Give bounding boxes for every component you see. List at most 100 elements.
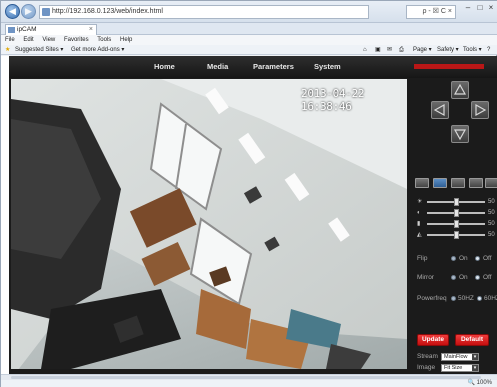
arrow-left-icon bbox=[433, 103, 445, 117]
feeds-icon[interactable]: ▣ bbox=[375, 45, 381, 55]
nav-home[interactable]: Home bbox=[154, 56, 175, 78]
forward-icon[interactable]: ▶ bbox=[21, 4, 36, 19]
powerfreq-50hz-radio[interactable] bbox=[451, 296, 456, 301]
default-button[interactable]: Default bbox=[455, 334, 489, 346]
sharpness-slider[interactable]: ◭ 50 bbox=[417, 231, 497, 239]
favorites-star-icon[interactable]: ★ bbox=[5, 45, 10, 55]
mirror-off-radio[interactable] bbox=[475, 275, 480, 280]
menu-tools[interactable]: Tools bbox=[97, 37, 111, 43]
powerfreq-label: Powerfreq bbox=[417, 295, 447, 302]
flip-on-radio[interactable] bbox=[451, 256, 456, 261]
ptz-right-button[interactable] bbox=[471, 101, 489, 119]
minimize-icon[interactable]: – bbox=[463, 3, 473, 13]
sharpness-icon: ◭ bbox=[417, 232, 422, 238]
image-label: Image bbox=[417, 364, 436, 371]
menu-favorites[interactable]: Favorites bbox=[64, 37, 89, 43]
video-feed[interactable]: 2013-04-22 16:38:46 bbox=[11, 79, 407, 369]
slider-thumb[interactable] bbox=[453, 231, 459, 239]
menu-help[interactable]: Help bbox=[120, 37, 132, 43]
zoom-level[interactable]: 🔍 100% bbox=[467, 377, 492, 387]
talk-icon[interactable] bbox=[485, 178, 497, 188]
address-controls[interactable]: ρ - ☒ C × bbox=[406, 5, 456, 19]
update-button[interactable]: Update bbox=[417, 334, 449, 346]
suggested-sites-link[interactable]: Suggested Sites ▾ bbox=[15, 45, 63, 55]
flip-label: Flip bbox=[417, 255, 428, 262]
flip-off-label: Off bbox=[483, 255, 492, 262]
mirror-on-radio[interactable] bbox=[451, 275, 456, 280]
tools-menu[interactable]: Tools ▾ bbox=[463, 45, 482, 55]
contrast-icon: ◐ bbox=[417, 210, 421, 216]
arrow-right-icon bbox=[475, 103, 487, 117]
record-icon[interactable] bbox=[415, 178, 429, 188]
nav-media[interactable]: Media bbox=[207, 56, 228, 78]
mirror-off-label: Off bbox=[483, 274, 492, 281]
close-window-icon[interactable]: × bbox=[486, 3, 496, 13]
brightness-slider[interactable]: ☀ 50 bbox=[417, 198, 497, 206]
stream-select[interactable]: MainFlow ▾ bbox=[441, 353, 479, 361]
zoom-value: 100% bbox=[476, 380, 492, 386]
image-select[interactable]: Fit Size ▾ bbox=[441, 364, 479, 372]
ptz-left-button[interactable] bbox=[431, 101, 449, 119]
chevron-down-icon: ▾ bbox=[472, 354, 478, 360]
address-text: http://192.168.0.123/web/index.html bbox=[52, 8, 163, 15]
tab-strip: ipCAM × bbox=[1, 23, 497, 35]
status-bar: 🔍 100% bbox=[1, 374, 497, 387]
back-icon[interactable]: ◀ bbox=[5, 4, 20, 19]
video-frame-image bbox=[11, 79, 407, 369]
arrow-down-icon bbox=[453, 129, 467, 141]
scrollbar-thumb[interactable] bbox=[11, 376, 481, 379]
powerfreq-60hz-label: 60HZ bbox=[484, 295, 497, 302]
web-content: Home Media Parameters System 2013-04-22 … bbox=[1, 56, 497, 374]
snapshot-icon[interactable] bbox=[433, 178, 447, 188]
print-icon[interactable]: ⎙ bbox=[399, 45, 404, 55]
zoom-icon: 🔍 bbox=[467, 380, 475, 386]
fullscreen-icon[interactable] bbox=[451, 178, 465, 188]
saturation-slider[interactable]: ▮ 50 bbox=[417, 220, 497, 228]
powerfreq-50hz-label: 50HZ bbox=[458, 295, 474, 302]
page-favicon-icon bbox=[42, 8, 50, 16]
contrast-value: 50 bbox=[488, 210, 495, 216]
favorites-bar: ★ Suggested Sites ▾ Get more Add-ons ▾ ⌂… bbox=[1, 45, 497, 55]
audio-icon[interactable] bbox=[469, 178, 483, 188]
tab-label: ipCAM bbox=[17, 26, 37, 33]
menu-view[interactable]: View bbox=[42, 37, 55, 43]
mail-icon[interactable]: ✉ bbox=[387, 45, 392, 55]
nav-parameters[interactable]: Parameters bbox=[253, 56, 294, 78]
slider-thumb[interactable] bbox=[453, 198, 459, 206]
page-menu[interactable]: Page ▾ bbox=[413, 45, 432, 55]
ptz-down-button[interactable] bbox=[451, 125, 469, 143]
brightness-icon: ☀ bbox=[417, 199, 423, 205]
help-icon[interactable]: ? bbox=[487, 45, 490, 55]
menu-file[interactable]: File bbox=[5, 37, 15, 43]
powerfreq-60hz-radio[interactable] bbox=[477, 296, 482, 301]
tab-ipcam[interactable]: ipCAM × bbox=[5, 24, 97, 35]
control-panel: ☀ 50 ◐ 50 ▮ 50 ◭ 50 Flip On Off Mirror O… bbox=[407, 79, 497, 374]
contrast-slider[interactable]: ◐ 50 bbox=[417, 209, 497, 217]
sharpness-value: 50 bbox=[488, 232, 495, 238]
top-navigation: Home Media Parameters System bbox=[9, 56, 497, 78]
saturation-icon: ▮ bbox=[417, 221, 421, 227]
addons-link[interactable]: Get more Add-ons ▾ bbox=[71, 45, 124, 55]
red-logo-icon bbox=[414, 64, 484, 69]
stream-select-value: MainFlow bbox=[444, 354, 468, 360]
arrow-up-icon bbox=[453, 83, 467, 95]
safety-menu[interactable]: Safety ▾ bbox=[437, 45, 459, 55]
camera-page: Home Media Parameters System 2013-04-22 … bbox=[9, 56, 497, 374]
address-bar[interactable]: http://192.168.0.123/web/index.html bbox=[39, 5, 369, 19]
browser-window: ◀ ▶ http://192.168.0.123/web/index.html … bbox=[0, 0, 497, 387]
brightness-value: 50 bbox=[488, 199, 495, 205]
slider-thumb[interactable] bbox=[453, 209, 459, 217]
maximize-icon[interactable]: □ bbox=[475, 3, 485, 13]
horizontal-scrollbar[interactable] bbox=[1, 375, 497, 380]
tab-favicon-icon bbox=[8, 27, 15, 33]
timestamp-overlay: 2013-04-22 16:38:46 bbox=[301, 87, 365, 113]
nav-system[interactable]: System bbox=[314, 56, 341, 78]
flip-off-radio[interactable] bbox=[475, 256, 480, 261]
home-icon[interactable]: ⌂ bbox=[363, 45, 367, 55]
mirror-on-label: On bbox=[459, 274, 468, 281]
ptz-up-button[interactable] bbox=[451, 81, 469, 99]
stream-label: Stream bbox=[417, 353, 438, 360]
slider-thumb[interactable] bbox=[453, 220, 459, 228]
menu-edit[interactable]: Edit bbox=[23, 37, 33, 43]
tab-close-icon[interactable]: × bbox=[89, 25, 93, 35]
